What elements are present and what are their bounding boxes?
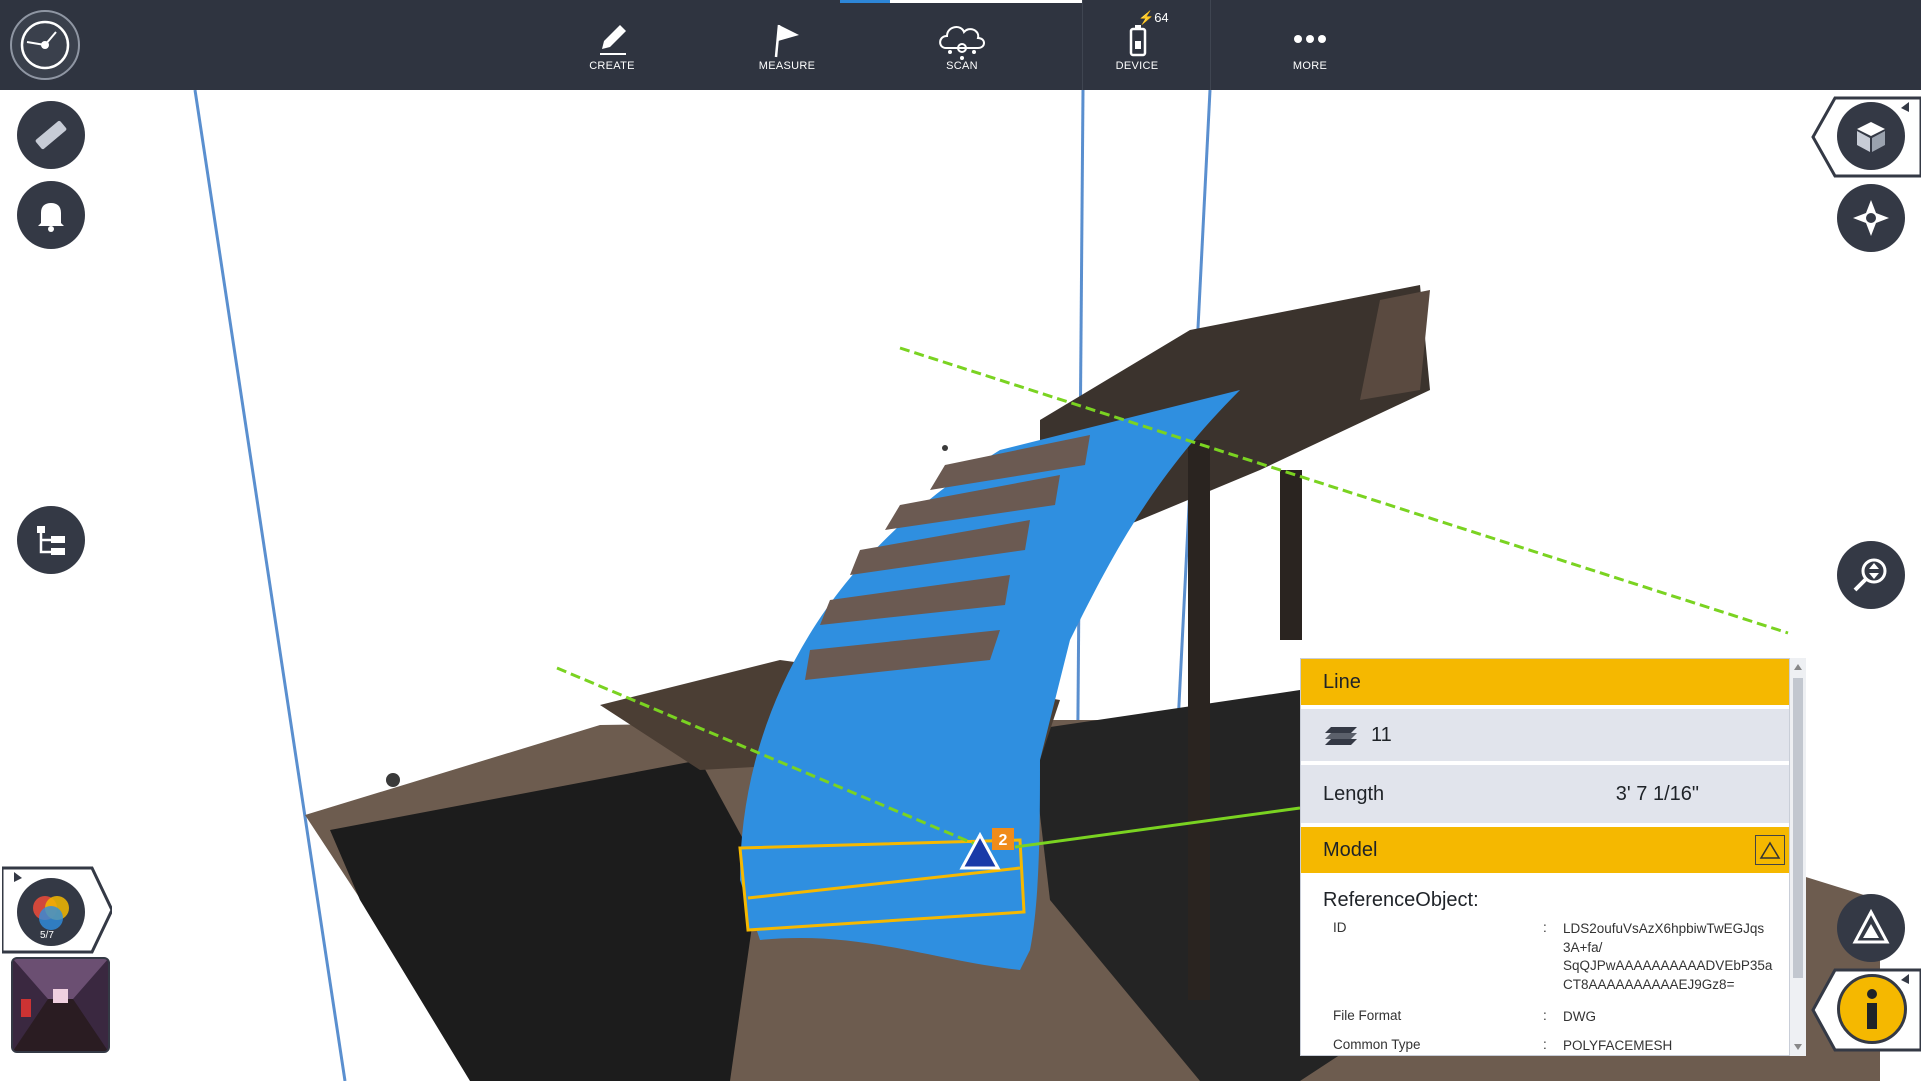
ruler-icon bbox=[35, 120, 67, 150]
stair-post bbox=[1280, 470, 1302, 640]
navigation-icon bbox=[1853, 200, 1889, 236]
pencil-icon bbox=[600, 25, 626, 55]
cube-icon bbox=[1857, 122, 1885, 152]
reference-object-label: ReferenceObject: bbox=[1323, 889, 1479, 911]
id-value-line: 3A+fa/ bbox=[1563, 939, 1603, 955]
info-button[interactable] bbox=[1837, 974, 1907, 1044]
common-type-value: POLYFACEMESH bbox=[1563, 1037, 1673, 1053]
id-value-line: CT8AAAAAAAAAAEJ9Gz8= bbox=[1563, 976, 1735, 992]
scrollbar-thumb[interactable] bbox=[1793, 678, 1803, 978]
cloud-scan-icon bbox=[939, 26, 985, 60]
project-tree-button[interactable] bbox=[17, 506, 85, 574]
separator-colon: : bbox=[1543, 920, 1547, 935]
navigation-button[interactable] bbox=[1837, 184, 1905, 252]
notifications-button[interactable] bbox=[17, 181, 85, 249]
layer-row: 11 bbox=[1301, 709, 1789, 765]
line-header: Line bbox=[1301, 659, 1789, 705]
scan-thumbnail[interactable] bbox=[11, 957, 110, 1053]
scan-counter: 5/7 bbox=[40, 930, 54, 941]
zoom-icon bbox=[1853, 558, 1887, 592]
file-format-value: DWG bbox=[1563, 1009, 1596, 1024]
length-label: Length bbox=[1323, 782, 1385, 805]
toolbar-create-button[interactable]: CREATE bbox=[557, 18, 667, 84]
compass-icon bbox=[20, 20, 70, 70]
battery-level: 64 bbox=[1154, 10, 1169, 25]
battery-indicator: ⚡64 bbox=[1138, 10, 1169, 25]
triangle-point-icon bbox=[1852, 908, 1890, 944]
scan-selector-tab[interactable]: 5/7 bbox=[0, 866, 114, 954]
panel-scrollbar[interactable] bbox=[1790, 658, 1806, 1056]
ruler-button[interactable] bbox=[17, 101, 85, 169]
common-type-row: Common Type : POLYFACEMESH bbox=[1301, 1037, 1789, 1056]
more-icon bbox=[1294, 35, 1326, 43]
toolbar-device-label: DEVICE bbox=[1115, 60, 1159, 72]
bell-icon bbox=[38, 203, 64, 232]
stair-column bbox=[1188, 440, 1210, 1000]
model-collapse-button[interactable] bbox=[1755, 835, 1785, 865]
toolbar-active-indicator bbox=[890, 0, 1082, 3]
guide-line-left bbox=[193, 89, 347, 1081]
separator-colon: : bbox=[1543, 1036, 1547, 1052]
flag-icon bbox=[774, 24, 799, 58]
toolbar-accent-blue bbox=[840, 0, 890, 3]
id-value-line: LDS2oufuVsAzX6hpbiwTwEGJqs bbox=[1563, 921, 1765, 936]
top-toolbar: CREATE MEASURE SCAN ⚡64 DEVICE MORE bbox=[0, 0, 1921, 90]
properties-panel: Line 11 Length 3' 7 1/16" Model Referenc… bbox=[1300, 658, 1790, 1056]
info-icon bbox=[1867, 989, 1877, 1029]
id-label: ID bbox=[1333, 920, 1347, 935]
id-value-line: SqQJPwAAAAAAAAAADVEbP35a bbox=[1563, 958, 1773, 973]
toolbar-scan-label: SCAN bbox=[946, 60, 978, 72]
file-format-row: File Format : DWG bbox=[1301, 1008, 1789, 1027]
toolbar-device-button[interactable]: ⚡64 DEVICE bbox=[1082, 10, 1192, 84]
home-button[interactable] bbox=[10, 10, 80, 80]
length-row: Length 3' 7 1/16" bbox=[1301, 765, 1789, 827]
point-tool-button[interactable] bbox=[1837, 894, 1905, 962]
toolbar-scan-button[interactable]: SCAN bbox=[907, 18, 1017, 84]
point-cloud-debris bbox=[942, 445, 948, 451]
toolbar-more-label: MORE bbox=[1292, 60, 1328, 72]
panorama-thumbnail-icon bbox=[13, 959, 108, 1051]
scroll-down-icon[interactable] bbox=[1790, 1040, 1806, 1054]
id-row: ID : LDS2oufuVsAzX6hpbiwTwEGJqs 3A+fa/ S… bbox=[1301, 920, 1789, 994]
layers-icon bbox=[1325, 727, 1357, 745]
model-header-label: Model bbox=[1323, 839, 1378, 861]
view-cube-tab[interactable] bbox=[1805, 96, 1921, 178]
toolbar-measure-label: MEASURE bbox=[758, 60, 816, 72]
common-type-label: Common Type bbox=[1333, 1036, 1421, 1052]
toolbar-separator bbox=[1210, 0, 1211, 90]
point-marker-number: 2 bbox=[999, 832, 1008, 849]
info-tab[interactable] bbox=[1805, 968, 1921, 1052]
triangle-up-icon bbox=[1759, 841, 1781, 859]
id-value: LDS2oufuVsAzX6hpbiwTwEGJqs 3A+fa/ SqQJPw… bbox=[1563, 920, 1773, 994]
scroll-up-icon[interactable] bbox=[1790, 660, 1806, 674]
zoom-button[interactable] bbox=[1837, 541, 1905, 609]
file-format-label: File Format bbox=[1333, 1008, 1402, 1023]
tree-icon bbox=[37, 526, 65, 555]
view-cube-button[interactable] bbox=[1837, 102, 1905, 170]
toolbar-more-button[interactable]: MORE bbox=[1255, 18, 1365, 84]
model-header[interactable]: Model bbox=[1301, 827, 1789, 873]
separator-colon: : bbox=[1543, 1008, 1547, 1023]
point-cloud-debris bbox=[386, 773, 400, 787]
length-value: 3' 7 1/16" bbox=[1615, 782, 1699, 805]
color-scan-icon bbox=[33, 896, 69, 930]
layer-value: 11 bbox=[1371, 723, 1392, 746]
toolbar-measure-button[interactable]: MEASURE bbox=[732, 18, 842, 84]
toolbar-create-label: CREATE bbox=[589, 60, 635, 72]
